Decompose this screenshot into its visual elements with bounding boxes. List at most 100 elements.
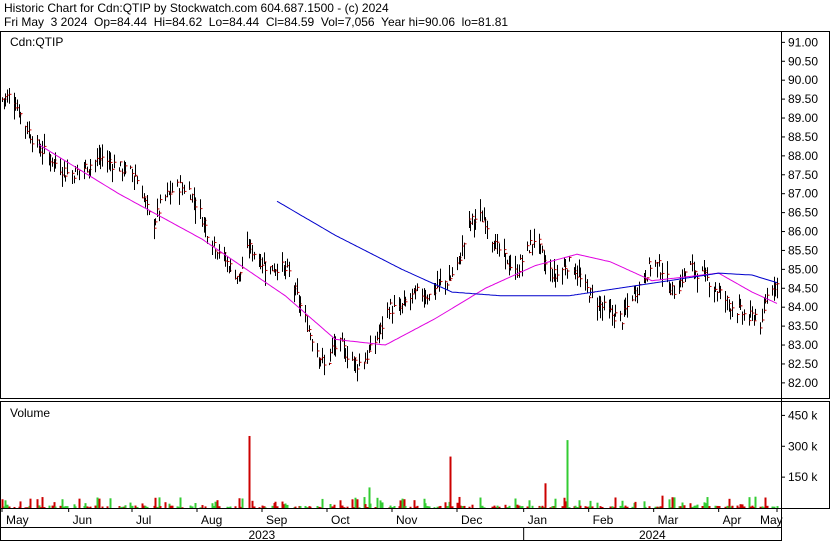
price-bar bbox=[195, 197, 198, 224]
price-tick-label: 86.00 bbox=[788, 225, 818, 239]
price-bar bbox=[90, 159, 93, 177]
price-tick-label: 84.00 bbox=[788, 300, 818, 314]
month-label: May bbox=[760, 513, 783, 527]
price-bar bbox=[767, 287, 770, 304]
price-bar bbox=[440, 268, 443, 286]
time-axis: May Jun Jul Aug Sep Oct Nov Dec Jan Feb Mar Apr May 2… bbox=[1, 508, 783, 542]
price-bar bbox=[317, 343, 320, 358]
month-label: Dec bbox=[461, 513, 482, 527]
price-bar bbox=[382, 316, 385, 340]
month-label: May bbox=[6, 513, 29, 527]
year-label: 2023 bbox=[248, 528, 275, 542]
price-bar bbox=[214, 236, 217, 247]
price-bar bbox=[545, 255, 548, 275]
price-bar bbox=[639, 281, 642, 296]
price-bar bbox=[180, 175, 183, 184]
price-bar bbox=[119, 167, 122, 172]
price-tick-label: 83.50 bbox=[788, 319, 818, 333]
price-bar bbox=[649, 257, 652, 265]
price-bar bbox=[130, 165, 133, 170]
price-bar bbox=[359, 353, 362, 367]
price-bar bbox=[674, 285, 677, 299]
price-bar bbox=[135, 164, 138, 177]
price-bar bbox=[510, 254, 513, 271]
price-bar bbox=[297, 278, 300, 295]
price-panel-border bbox=[0, 31, 830, 399]
price-bar bbox=[389, 306, 392, 320]
price-tick-label: 91.00 bbox=[788, 35, 818, 49]
price-bar bbox=[289, 261, 292, 278]
price-bar bbox=[715, 282, 718, 292]
price-bar bbox=[155, 218, 158, 226]
price-bar bbox=[709, 282, 712, 298]
price-bar bbox=[534, 228, 537, 248]
price-bar bbox=[134, 175, 137, 191]
price-bar bbox=[732, 301, 735, 318]
month-label: Sep bbox=[266, 513, 288, 527]
price-bar bbox=[44, 133, 47, 154]
month-label: Jan bbox=[528, 513, 547, 527]
price-bar bbox=[309, 325, 312, 332]
price-bar bbox=[160, 194, 163, 204]
price-bar bbox=[475, 209, 478, 230]
price-bar bbox=[300, 296, 303, 317]
moving-averages bbox=[38, 144, 778, 346]
price-bar bbox=[67, 159, 70, 175]
price-bar bbox=[312, 338, 315, 352]
price-axis: 91.00 90.50 90.00 89.50 89.00 88.50 88.00 87.50… bbox=[781, 35, 818, 390]
price-bar bbox=[620, 310, 623, 322]
price-bar bbox=[114, 154, 117, 169]
price-tick-label: 82.50 bbox=[788, 357, 818, 371]
price-bar bbox=[562, 267, 565, 285]
price-bar bbox=[777, 277, 780, 299]
price-bar bbox=[120, 161, 123, 167]
price-bar bbox=[329, 362, 332, 366]
price-bars bbox=[2, 87, 780, 382]
month-label: Jun bbox=[73, 513, 92, 527]
month-label: Apr bbox=[723, 513, 742, 527]
price-tick-label: 85.50 bbox=[788, 243, 818, 257]
price-tick-label: 84.50 bbox=[788, 281, 818, 295]
price-bar bbox=[64, 161, 67, 178]
price-bar bbox=[452, 267, 455, 277]
price-bar bbox=[569, 256, 572, 262]
price-bar bbox=[632, 295, 635, 302]
stock-chart: 91.00 90.50 90.00 89.50 89.00 88.50 88.00 87.50… bbox=[0, 31, 830, 542]
price-tick-label: 89.00 bbox=[788, 111, 818, 125]
price-bar bbox=[172, 182, 175, 193]
price-bar bbox=[254, 251, 257, 260]
price-bar bbox=[390, 298, 393, 305]
price-bar bbox=[357, 364, 360, 382]
month-label: Mar bbox=[658, 513, 679, 527]
price-bar bbox=[65, 175, 68, 182]
price-bar bbox=[499, 243, 502, 257]
price-tick-label: 90.00 bbox=[788, 73, 818, 87]
price-tick-label: 87.00 bbox=[788, 187, 818, 201]
volume-panel-border bbox=[0, 401, 830, 509]
price-bar bbox=[530, 229, 533, 246]
price-bar bbox=[394, 294, 397, 308]
price-bar bbox=[74, 175, 77, 184]
price-bar bbox=[567, 269, 570, 279]
price-bar bbox=[9, 87, 12, 104]
chart-frame bbox=[0, 31, 830, 541]
price-bar bbox=[760, 322, 763, 335]
price-bar bbox=[324, 354, 327, 376]
price-bar bbox=[392, 305, 395, 324]
price-bar bbox=[464, 242, 467, 260]
price-bar bbox=[417, 283, 420, 291]
price-tick-label: 86.50 bbox=[788, 206, 818, 220]
volume-tick-label: 450 k bbox=[788, 408, 818, 422]
price-bar bbox=[137, 176, 140, 185]
price-bar bbox=[604, 295, 607, 311]
price-tick-label: 82.00 bbox=[788, 376, 818, 390]
price-tick-label: 85.00 bbox=[788, 262, 818, 276]
month-label: Feb bbox=[593, 513, 614, 527]
price-tick-label: 90.50 bbox=[788, 54, 818, 68]
ma-fast-line bbox=[38, 144, 778, 346]
price-bar bbox=[347, 346, 350, 369]
volume-axis: 450 k 300 k 150 k bbox=[781, 408, 818, 484]
price-tick-label: 89.50 bbox=[788, 92, 818, 106]
price-bar bbox=[615, 304, 618, 317]
price-bar bbox=[580, 267, 583, 288]
